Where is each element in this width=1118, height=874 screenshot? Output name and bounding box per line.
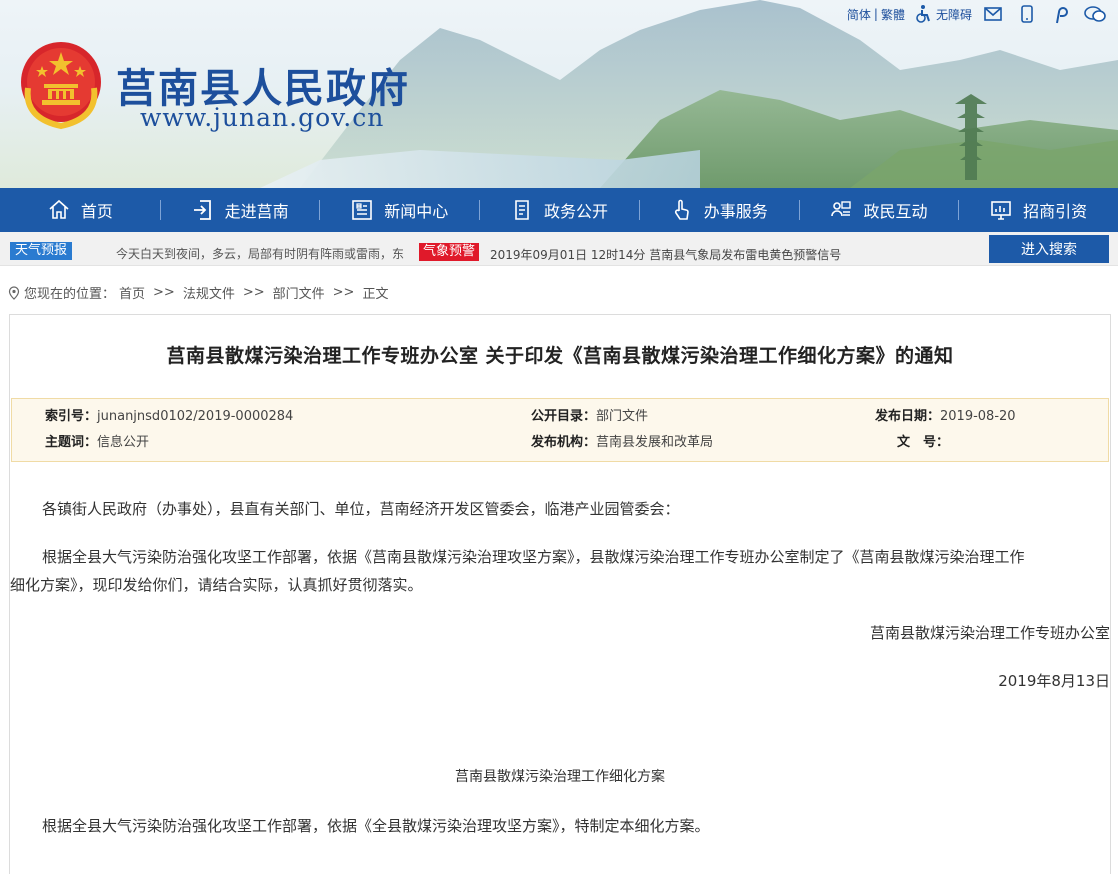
interaction-icon — [831, 201, 852, 217]
meta-label: 公开目录： — [531, 409, 597, 424]
nav-label: 新闻中心 — [384, 202, 449, 221]
meta-value: 2019-08-20 — [940, 409, 1016, 424]
meta-index: 索引号：junanjnsd0102/2019-0000284 — [45, 405, 293, 424]
meta-label: 发布日期： — [875, 409, 941, 424]
weather-badge[interactable]: 天气预报 — [10, 242, 73, 260]
national-emblem-icon — [21, 42, 101, 130]
nav-label: 政民互动 — [863, 202, 928, 221]
meta-topic: 主题词：信息公开 — [45, 431, 149, 450]
header-banner: 莒南县人民政府 www.junan.gov.cn 简体 | 繁體 无障碍 — [0, 0, 1118, 188]
accessibility-label: 无障碍 — [935, 7, 972, 22]
mobile-icon — [1021, 5, 1033, 23]
language-switch: 简体 | 繁體 — [847, 6, 905, 23]
meta-label: 发布机构： — [531, 435, 597, 450]
nav-label: 走进莒南 — [224, 202, 289, 221]
breadcrumb-current: 正文 — [362, 287, 389, 302]
nav-item-interaction[interactable]: 政民互动 — [798, 188, 959, 232]
nav-item-home[interactable]: 首页 — [0, 188, 160, 232]
warning-text[interactable]: 2019年09月01日 12时14分 莒南县气象局发布雷电黄色预警信号 — [490, 246, 841, 263]
meta-label: 索引号： — [45, 409, 98, 424]
search-button[interactable]: 进入搜索 — [989, 235, 1109, 263]
accessibility-link[interactable]: 无障碍 — [913, 4, 972, 24]
hand-icon — [674, 199, 689, 220]
meta-value: 信息公开 — [97, 435, 150, 450]
meta-org: 发布机构：莒南县发展和改革局 — [531, 431, 713, 450]
mail-icon — [984, 7, 1002, 21]
article-title: 莒南县散煤污染治理工作专班办公室 关于印发《莒南县散煤污染治理工作细化方案》的通… — [166, 345, 954, 367]
breadcrumb-separator: >> — [153, 285, 175, 300]
language-separator: | — [873, 7, 878, 21]
breadcrumb-department-docs[interactable]: 部门文件 — [273, 283, 325, 302]
paragraph-main-line1: 根据全县大气污染防治强化攻坚工作部署，依据《莒南县散煤污染治理攻坚方案》，县散煤… — [42, 548, 1025, 566]
nav-item-government[interactable]: 政务公开 — [479, 188, 639, 232]
signature: 莒南县散煤污染治理工作专班办公室 — [869, 624, 1110, 642]
paragraph-main-line2: 细化方案》，现印发给你们，请结合实际，认真抓好贯彻落实。 — [10, 576, 423, 594]
site-url[interactable]: www.junan.gov.cn — [140, 103, 384, 132]
wechat-icon — [1084, 6, 1106, 22]
article-meta-box: 索引号：junanjnsd0102/2019-0000284 公开目录：部门文件… — [11, 398, 1109, 462]
meta-value: 部门文件 — [596, 409, 649, 424]
meta-label: 文 号： — [897, 435, 950, 450]
simplified-link[interactable]: 简体 — [847, 6, 871, 23]
breadcrumb-regulations[interactable]: 法规文件 — [183, 283, 235, 302]
article-container: 莒南县散煤污染治理工作专班办公室 关于印发《莒南县散煤污染治理工作细化方案》的通… — [9, 314, 1111, 874]
meta-value: 莒南县发展和改革局 — [596, 435, 714, 450]
info-ticker: 天气预报 今天白天到夜间，多云，局部有时阴有阵雨或雷雨，东 气象预警 2019年… — [0, 232, 1118, 266]
breadcrumb-separator: >> — [332, 285, 355, 300]
attachment-subtitle: 莒南县散煤污染治理工作细化方案 — [455, 769, 665, 785]
breadcrumb-home[interactable]: 首页 — [119, 283, 145, 302]
meta-docno: 文 号： — [897, 431, 949, 450]
nav-label: 招商引资 — [1023, 202, 1088, 221]
signature-date: 2019年8月13日 — [998, 672, 1110, 690]
meta-label: 主题词： — [45, 435, 98, 450]
meta-catalog: 公开目录：部门文件 — [531, 405, 648, 424]
mobile-link[interactable] — [1014, 3, 1040, 25]
meta-row: 主题词：信息公开 发布机构：莒南县发展和改革局 文 号： — [12, 431, 1108, 457]
meta-date: 发布日期：2019-08-20 — [875, 405, 1016, 424]
weibo-icon — [1056, 7, 1068, 24]
location-pin-icon — [8, 285, 20, 300]
breadcrumb-prefix: 您现在的位置： — [24, 287, 116, 302]
nav-item-services[interactable]: 办事服务 — [638, 188, 799, 232]
weibo-link[interactable] — [1048, 3, 1074, 25]
utility-bar: 简体 | 繁體 无障碍 — [847, 3, 1108, 25]
nav-item-news[interactable]: 新闻中心 — [319, 188, 479, 232]
nav-label: 办事服务 — [703, 202, 768, 221]
breadcrumb-separator: >> — [242, 285, 265, 300]
document-icon — [515, 200, 529, 220]
weather-text[interactable]: 今天白天到夜间，多云，局部有时阴有阵雨或雷雨，东 — [116, 245, 408, 262]
nav-item-investment[interactable]: 招商引资 — [958, 188, 1118, 232]
main-nav: 首页 走进莒南 新闻中心 政务公开 办事服务 政民互动 招商引资 — [0, 188, 1118, 232]
traditional-link[interactable]: 繁體 — [881, 6, 905, 23]
paragraph-salutation: 各镇街人民政府（办事处），县直有关部门、单位，莒南经济开发区管委会，临港产业园管… — [42, 500, 680, 518]
news-icon — [352, 200, 373, 220]
wechat-link[interactable] — [1082, 3, 1108, 25]
breadcrumb: 您现在的位置： 首页 >> 法规文件 >> 部门文件 >> 正文 — [8, 283, 388, 302]
paragraph-plan-intro: 根据全县大气污染防治强化攻坚工作部署，依据《全县散煤污染治理攻坚方案》，特制定本… — [42, 817, 710, 835]
meta-value: junanjnsd0102/2019-0000284 — [97, 409, 294, 424]
investment-icon — [991, 201, 1011, 220]
enter-icon — [193, 200, 211, 220]
nav-label: 首页 — [80, 202, 113, 221]
accessibility-icon — [916, 5, 930, 23]
mail-link[interactable] — [980, 3, 1006, 25]
meta-row: 索引号：junanjnsd0102/2019-0000284 公开目录：部门文件… — [12, 405, 1108, 431]
nav-label: 政务公开 — [544, 202, 609, 221]
nav-item-about[interactable]: 走进莒南 — [159, 188, 320, 232]
home-icon — [49, 199, 69, 219]
warning-badge[interactable]: 气象预警 — [419, 243, 480, 261]
